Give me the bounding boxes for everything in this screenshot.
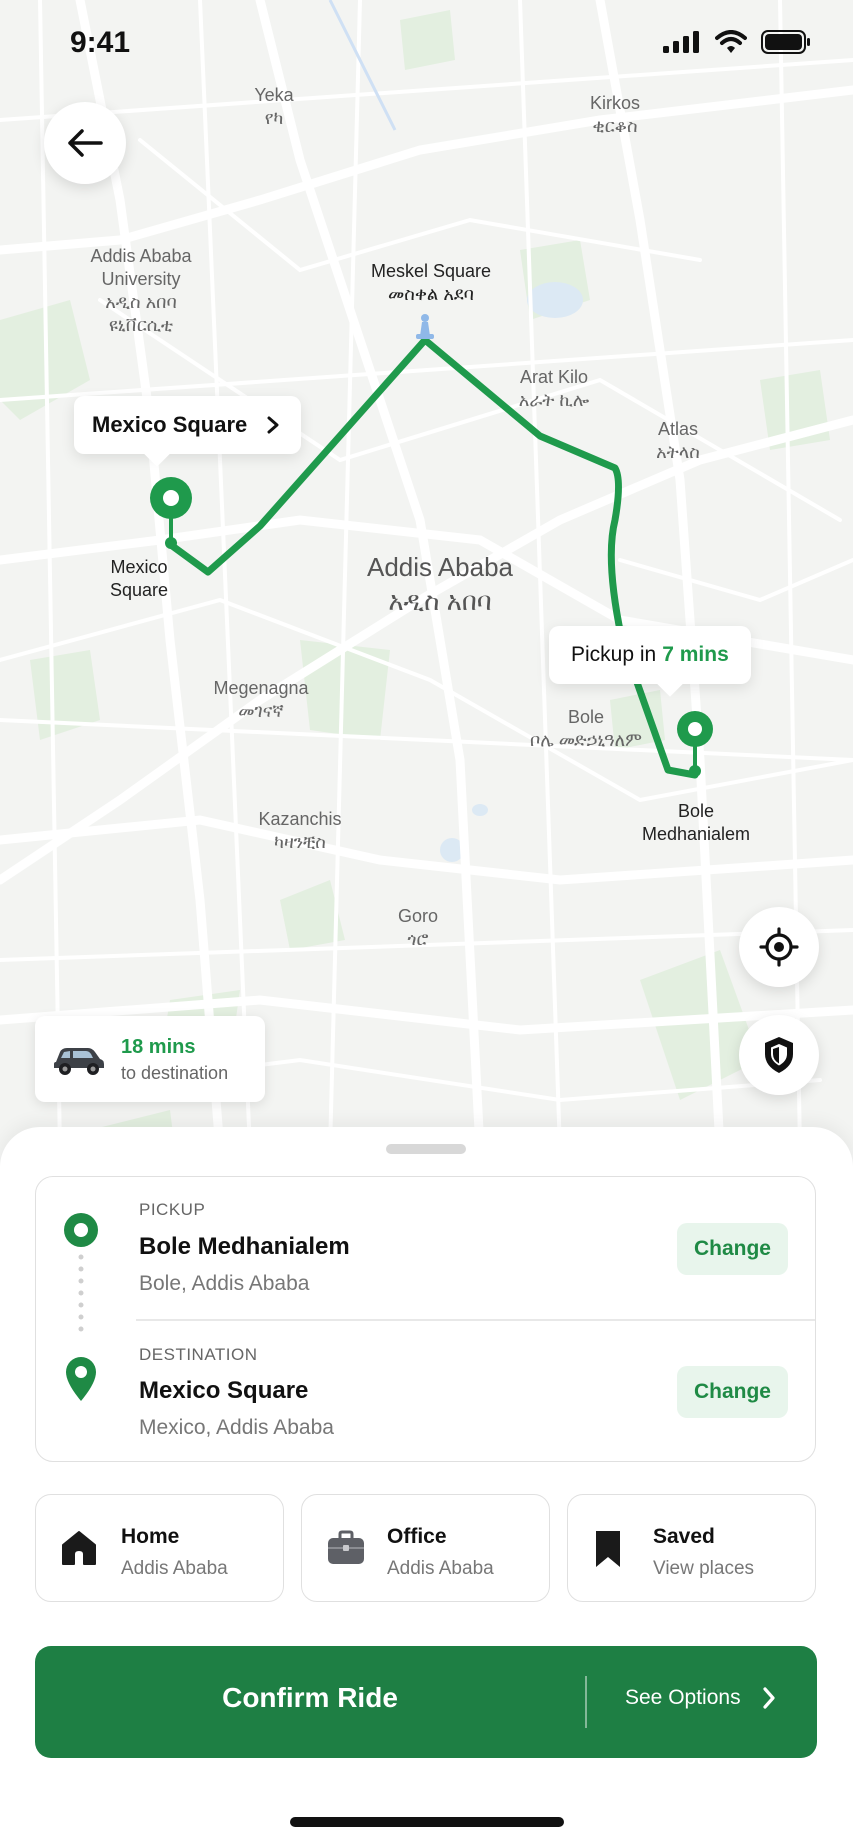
place-home[interactable]: Home Addis Ababa [35, 1494, 284, 1602]
status-icons [663, 30, 811, 54]
pickup-subtitle: Bole, Addis Ababa [139, 1272, 310, 1295]
place-office-title: Office [387, 1525, 447, 1548]
map-label-atlas: Atlas አትላስ [656, 419, 700, 462]
place-office[interactable]: Office Addis Ababa [301, 1494, 550, 1602]
pickup-dot-icon [64, 1213, 98, 1247]
map-label-bole: Bole ቦሌ መድኃኒዓለም [530, 707, 642, 750]
map-label-bole-medhanialem: Bole Medhanialem [641, 801, 751, 844]
confirm-ride-button[interactable]: Confirm Ride See Options [35, 1646, 817, 1758]
place-home-subtitle: Addis Ababa [121, 1558, 228, 1579]
pickup-callout-prefix: Pickup in [571, 643, 657, 666]
destination-tag: DESTINATION [139, 1345, 258, 1364]
pickup-callout-time: 7 mins [662, 643, 729, 666]
briefcase-icon [328, 1530, 364, 1564]
bookmark-icon [596, 1531, 620, 1567]
chevron-right-icon [763, 1687, 775, 1709]
home-icon [62, 1531, 96, 1565]
place-saved-subtitle: View places [653, 1558, 755, 1579]
map-label-meskel-square: Meskel Square መስቀል አደባ [370, 261, 492, 304]
confirm-ride-label: Confirm Ride [222, 1682, 398, 1713]
destination-callout-label: Mexico Square [92, 412, 248, 437]
map-label-university: Addis Ababa University አዲስ አበባ ዩኒቨርሲቲ [90, 246, 192, 335]
back-button[interactable] [44, 102, 126, 184]
confirm-separator [585, 1676, 587, 1728]
map-label-mexico-square: Mexico Square [109, 557, 169, 600]
see-options-link[interactable]: See Options [625, 1686, 741, 1710]
sheet-drag-handle[interactable] [386, 1144, 466, 1154]
destination-subtitle: Mexico, Addis Ababa [139, 1416, 334, 1439]
shield-icon [765, 1037, 793, 1073]
map-label-kirkos: Kirkos ቂርቆስ [589, 93, 641, 136]
destination-callout[interactable]: Mexico Square [74, 396, 302, 454]
route-connector [78, 1254, 84, 1332]
status-bar: 9:41 [0, 0, 853, 90]
eta-label: to destination [121, 1063, 229, 1083]
map-label-addis-ababa: Addis Ababa አዲስ አበባ [366, 552, 514, 616]
wifi-icon [715, 30, 747, 53]
map-label-kazanchis: Kazanchis ካዛንቺስ [258, 809, 342, 852]
pickup-eta-callout: Pickup in 7 mins [549, 626, 751, 684]
destination-title: Mexico Square [139, 1377, 309, 1404]
chevron-right-icon [267, 416, 279, 434]
pickup-pin-icon [677, 711, 713, 777]
safety-button[interactable] [739, 1015, 819, 1095]
cellular-signal-icon [663, 31, 699, 53]
car-icon [54, 1048, 104, 1075]
locate-me-button[interactable] [739, 907, 819, 987]
map-label-yeka: Yeka የካ [254, 85, 294, 128]
crosshair-icon [759, 927, 799, 967]
change-pickup-button[interactable]: Change [677, 1223, 788, 1275]
pickup-title: Bole Medhanialem [139, 1233, 350, 1260]
eta-card: 18 mins to destination [35, 1016, 265, 1102]
route-card: PICKUP Bole Medhanialem Bole, Addis Abab… [35, 1176, 816, 1462]
eta-time: 18 mins [121, 1036, 196, 1058]
battery-icon [761, 30, 810, 54]
place-saved-title: Saved [653, 1525, 715, 1548]
place-home-title: Home [121, 1525, 180, 1548]
home-indicator [290, 1817, 564, 1827]
pickup-tag: PICKUP [139, 1200, 206, 1219]
map-label-goro: Goro ጎሮ [397, 906, 439, 949]
map-label-arat-kilo: Arat Kilo አራት ኪሎ [518, 367, 590, 410]
change-destination-button[interactable]: Change [677, 1366, 788, 1418]
arrow-left-icon [68, 129, 103, 157]
map-label-megenagna: Megenagna መገናኛ [213, 678, 309, 721]
route-divider [136, 1319, 815, 1321]
status-time: 9:41 [70, 26, 131, 59]
place-saved[interactable]: Saved View places [567, 1494, 816, 1602]
ride-bottom-sheet: PICKUP Bole Medhanialem Bole, Addis Abab… [0, 1127, 853, 1844]
meskel-landmark-icon [416, 314, 434, 339]
map-view[interactable]: 9:41 Yeka የካ Kirkos ቂርቆስ Addis Ababa Uni… [0, 0, 853, 1150]
place-office-subtitle: Addis Ababa [387, 1558, 494, 1579]
destination-pin-icon [66, 1357, 96, 1401]
